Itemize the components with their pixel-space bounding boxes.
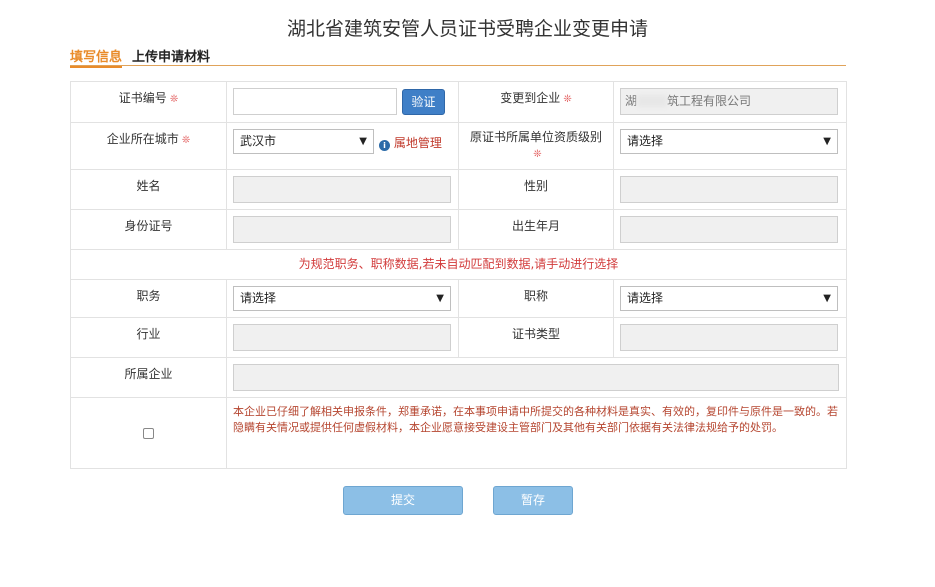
cert-no-input[interactable] [233, 88, 397, 115]
company-label: 所属企业 [70, 357, 227, 398]
cert-type-input[interactable] [620, 324, 838, 351]
tab-upload-materials[interactable]: 上传申请材料 [132, 46, 210, 65]
redacted-area [637, 95, 668, 107]
industry-label: 行业 [70, 317, 227, 358]
dropdown-arrow-icon: ▼ [359, 136, 367, 147]
agreement-checkbox[interactable] [143, 427, 154, 439]
city-select[interactable]: 武汉市 ▼ [233, 129, 374, 154]
orig-level-label: 原证书所属单位资质级别 ❊ [458, 122, 614, 170]
id-label: 身份证号 [70, 209, 227, 250]
application-form: 证书编号 ❊ 验证 变更到企业 ❊ 湖筑工程有限公司 企业所在城市 ❊ 武汉市 ▼ i … [70, 81, 847, 469]
industry-input[interactable] [233, 324, 451, 351]
name-input[interactable] [233, 176, 451, 203]
required-mark: ❊ [533, 149, 542, 160]
title-label: 职称 [458, 279, 614, 318]
notice-text: 为规范职务、职称数据,若未自动匹配到数据,请手动进行选择 [70, 249, 847, 280]
dropdown-arrow-icon: ▼ [436, 293, 444, 304]
jurisdiction-link-wrap[interactable]: i 属地管理 [379, 134, 442, 151]
info-icon: i [379, 140, 390, 151]
birth-label: 出生年月 [458, 209, 614, 250]
title-select[interactable]: 请选择 ▼ [620, 286, 838, 311]
tab-fill-info[interactable]: 填写信息 [70, 46, 123, 68]
jurisdiction-link[interactable]: 属地管理 [394, 136, 442, 150]
agreement-checkbox-cell [70, 397, 227, 469]
position-label: 职务 [70, 279, 227, 318]
birth-input[interactable] [620, 216, 838, 243]
cert-type-label: 证书类型 [458, 317, 614, 358]
orig-level-select[interactable]: 请选择 ▼ [620, 129, 838, 154]
dropdown-arrow-icon: ▼ [823, 293, 831, 304]
target-company-label: 变更到企业 ❊ [458, 81, 614, 123]
save-draft-button[interactable]: 暂存 [493, 486, 573, 515]
position-select[interactable]: 请选择 ▼ [233, 286, 451, 311]
name-label: 姓名 [70, 169, 227, 210]
gender-label: 性别 [458, 169, 614, 210]
city-label: 企业所在城市 ❊ [70, 122, 227, 170]
page-title: 湖北省建筑安管人员证书受聘企业变更申请 [286, 18, 648, 40]
required-mark: ❊ [563, 94, 572, 105]
id-input[interactable] [233, 216, 451, 243]
required-mark: ❊ [169, 94, 179, 105]
verify-button[interactable]: 验证 [402, 89, 445, 115]
target-company-input[interactable]: 湖筑工程有限公司 [620, 88, 838, 115]
submit-button[interactable]: 提交 [343, 486, 463, 515]
cert-no-label: 证书编号 ❊ [70, 81, 227, 123]
gender-input[interactable] [620, 176, 838, 203]
required-mark: ❊ [181, 135, 191, 146]
dropdown-arrow-icon: ▼ [823, 136, 831, 147]
agreement-text: 本企业已仔细了解相关申报条件，郑重承诺，在本事项申请中所提交的各种材料是真实、有… [226, 397, 847, 469]
company-input[interactable] [233, 364, 839, 391]
tab-bar: 填写信息 上传申请材料 [70, 45, 846, 68]
